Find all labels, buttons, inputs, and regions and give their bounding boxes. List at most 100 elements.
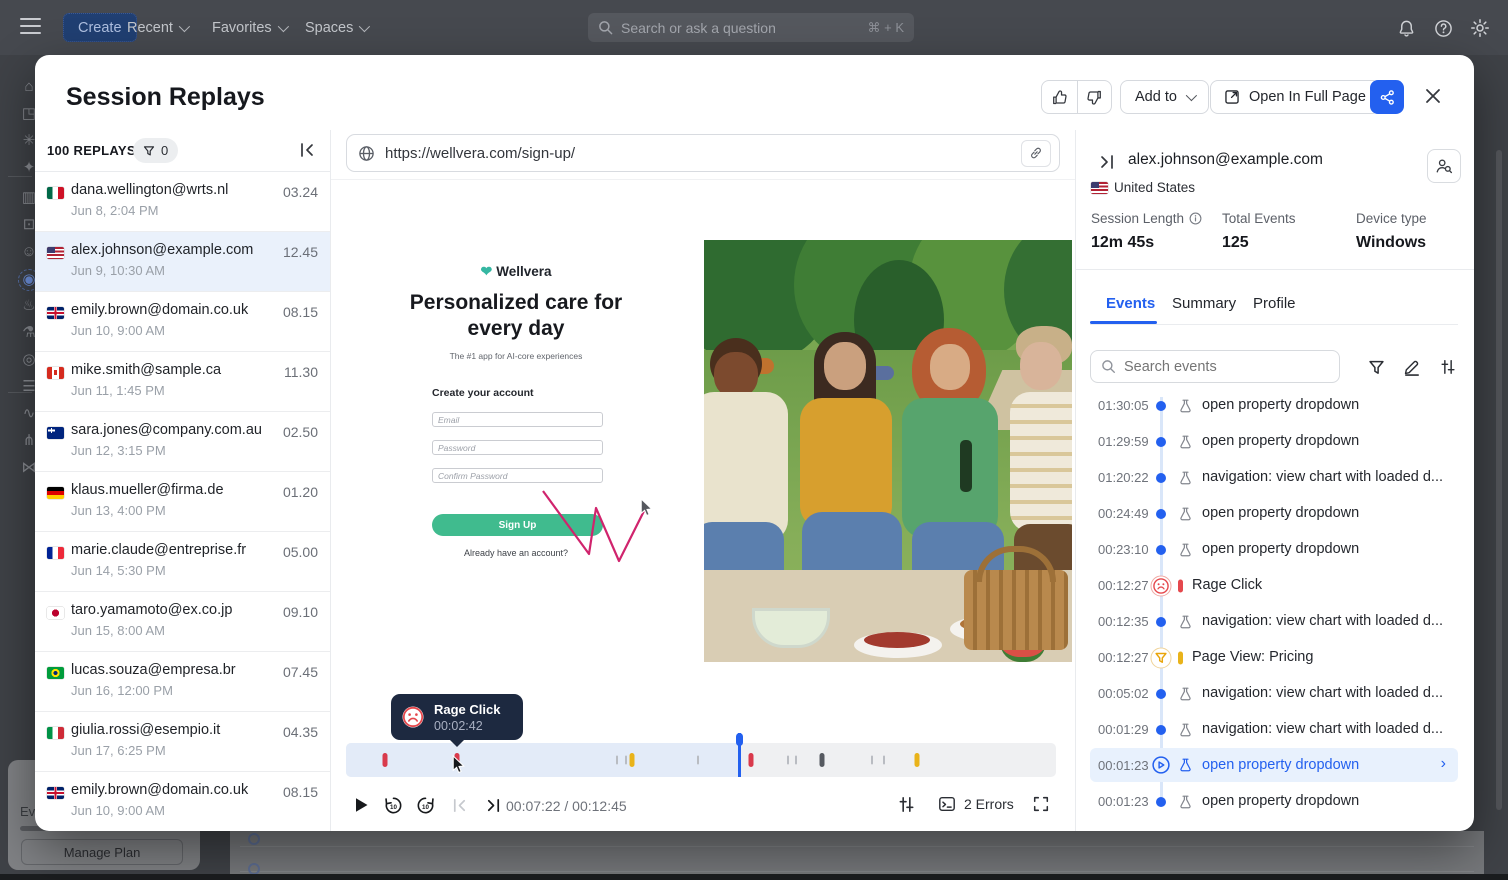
replay-list-header: 100 REPLAYS 0 (35, 130, 330, 172)
search-events-field[interactable] (1090, 350, 1340, 383)
country-flag (47, 787, 64, 799)
timeline-marker-tick[interactable] (616, 755, 619, 765)
country-flag (47, 667, 64, 679)
replay-date: Jun 13, 4:00 PM (71, 503, 166, 518)
timeline-playhead[interactable] (735, 733, 743, 777)
search-events-input[interactable] (1124, 358, 1304, 375)
playback-settings-icon[interactable] (893, 795, 919, 814)
chevron-down-icon (277, 20, 289, 32)
replay-date: Jun 15, 8:00 AM (71, 623, 165, 638)
view-user-profile-button[interactable] (1427, 149, 1461, 183)
event-row[interactable]: 00:05:02 navigation: view chart with loa… (1090, 676, 1458, 712)
event-row[interactable]: 00:23:10 open property dropdown › (1090, 532, 1458, 568)
tab-profile[interactable]: Profile (1253, 295, 1296, 312)
notifications-bell-icon[interactable] (1395, 17, 1417, 39)
app-topbar: Create Recent Favorites Spaces Search or… (0, 0, 1508, 55)
replay-list-item[interactable]: emily.brown@domain.co.uk Jun 10, 9:00 AM… (35, 772, 330, 831)
replay-date: Jun 16, 12:00 PM (71, 683, 173, 698)
add-to-button[interactable]: Add to (1120, 80, 1209, 114)
event-type-icon (1178, 579, 1183, 593)
thumbs-up-button[interactable] (1042, 81, 1077, 113)
replay-list-item[interactable]: taro.yamamoto@ex.co.jp Jun 15, 8:00 AM 0… (35, 592, 330, 652)
collapse-panel-icon[interactable] (1098, 153, 1118, 173)
replay-list-item[interactable]: dana.wellington@wrts.nl Jun 8, 2:04 PM 0… (35, 172, 330, 232)
manage-plan-button[interactable]: Manage Plan (21, 839, 183, 865)
timeline-marker-yellow[interactable] (629, 753, 635, 767)
skip-previous-button[interactable] (446, 797, 472, 814)
divider (1075, 269, 1474, 270)
filter-chip[interactable]: 0 (133, 138, 179, 163)
rewind-10-button[interactable]: 10 (380, 795, 406, 816)
collapse-list-icon[interactable] (298, 141, 318, 161)
timeline-marker-tick[interactable] (871, 755, 874, 765)
replay-list-item[interactable]: alex.johnson@example.com Jun 9, 10:30 AM… (35, 232, 330, 292)
timeline-marker-tick[interactable] (786, 755, 789, 765)
replay-email: mike.smith@sample.ca (71, 362, 222, 378)
replay-list-item[interactable]: sara.jones@company.com.au Jun 12, 3:15 P… (35, 412, 330, 472)
timeline-marker-tick[interactable] (624, 755, 627, 765)
event-time: 00:01:29 (1098, 722, 1149, 737)
event-time: 00:01:23 (1098, 758, 1149, 773)
replay-date: Jun 14, 5:30 PM (71, 563, 166, 578)
timeline-marker-tick[interactable] (795, 755, 798, 765)
replay-list-item[interactable]: emily.brown@domain.co.uk Jun 10, 9:00 AM… (35, 292, 330, 352)
svg-text:10: 10 (390, 803, 397, 810)
replay-list-item[interactable]: lucas.souza@empresa.br Jun 16, 12:00 PM … (35, 652, 330, 712)
filter-count: 0 (161, 143, 169, 158)
spaces-menu[interactable]: Spaces (305, 13, 371, 42)
create-button[interactable]: Create (63, 13, 137, 42)
timeline-marker-tick[interactable] (883, 755, 886, 765)
tab-events[interactable]: Events (1106, 295, 1155, 312)
close-icon[interactable] (1423, 86, 1445, 108)
spaces-label: Spaces (305, 19, 354, 36)
forward-10-button[interactable]: 10 (412, 795, 438, 816)
replay-duration: 08.15 (282, 784, 318, 800)
global-search[interactable]: Search or ask a question ⌘ + K (588, 13, 914, 42)
filter-events-icon[interactable] (1365, 356, 1387, 378)
timeline-cursor-icon (452, 755, 465, 774)
console-errors-button[interactable]: 2 Errors (938, 795, 1014, 813)
event-row[interactable]: 01:30:05 open property dropdown › (1090, 388, 1458, 424)
tab-summary[interactable]: Summary (1172, 295, 1236, 312)
event-row[interactable]: 00:01:29 navigation: view chart with loa… (1090, 712, 1458, 748)
play-button[interactable] (348, 797, 374, 813)
timeline-marker-red[interactable] (382, 753, 388, 767)
timeline-marker-red[interactable] (748, 753, 754, 767)
replay-list-item[interactable]: giulia.rossi@esempio.it Jun 17, 6:25 PM … (35, 712, 330, 772)
event-label: open property dropdown (1202, 541, 1360, 557)
event-row[interactable]: 00:01:23 open property dropdown › (1090, 748, 1458, 782)
divider (8, 176, 32, 177)
share-button[interactable] (1370, 80, 1404, 114)
open-full-page-button[interactable]: Open In Full Page (1210, 80, 1380, 114)
menu-icon[interactable] (20, 18, 41, 35)
recent-menu[interactable]: Recent (127, 13, 191, 42)
event-settings-icon[interactable] (1437, 356, 1459, 378)
replay-duration: 03.24 (282, 184, 318, 200)
event-row[interactable]: 00:12:35 navigation: view chart with loa… (1090, 604, 1458, 640)
feedback-button-group (1041, 80, 1112, 114)
favorites-menu[interactable]: Favorites (212, 13, 289, 42)
replay-list-item[interactable]: klaus.mueller@firma.de Jun 13, 4:00 PM 0… (35, 472, 330, 532)
event-time: 00:12:27 (1098, 578, 1149, 593)
event-row[interactable]: 00:12:27 Page View: Pricing › (1090, 640, 1458, 676)
event-row[interactable]: 00:01:23 open property dropdown › (1090, 784, 1458, 820)
event-row[interactable]: 00:24:49 open property dropdown › (1090, 496, 1458, 532)
timeline-marker-tick[interactable] (697, 755, 700, 765)
timeline-marker-dark[interactable] (819, 753, 825, 767)
copy-link-button[interactable] (1021, 139, 1051, 167)
settings-gear-icon[interactable] (1469, 17, 1491, 39)
skip-next-button[interactable] (480, 797, 506, 814)
thumbs-down-button[interactable] (1076, 81, 1112, 113)
help-icon[interactable] (1432, 17, 1454, 39)
highlight-events-icon[interactable] (1401, 356, 1423, 378)
fullscreen-icon[interactable] (1028, 795, 1054, 813)
replay-duration: 05.00 (282, 544, 318, 560)
event-row[interactable]: 01:29:59 open property dropdown › (1090, 424, 1458, 460)
country-flag (1091, 182, 1108, 194)
timeline-marker-yellow[interactable] (914, 753, 920, 767)
event-row[interactable]: 00:12:27 Rage Click › (1090, 568, 1458, 604)
replay-email: taro.yamamoto@ex.co.jp (71, 602, 233, 618)
replay-list-item[interactable]: marie.claude@entreprise.fr Jun 14, 5:30 … (35, 532, 330, 592)
replay-list-item[interactable]: mike.smith@sample.ca Jun 11, 1:45 PM 11.… (35, 352, 330, 412)
event-row[interactable]: 01:20:22 navigation: view chart with loa… (1090, 460, 1458, 496)
